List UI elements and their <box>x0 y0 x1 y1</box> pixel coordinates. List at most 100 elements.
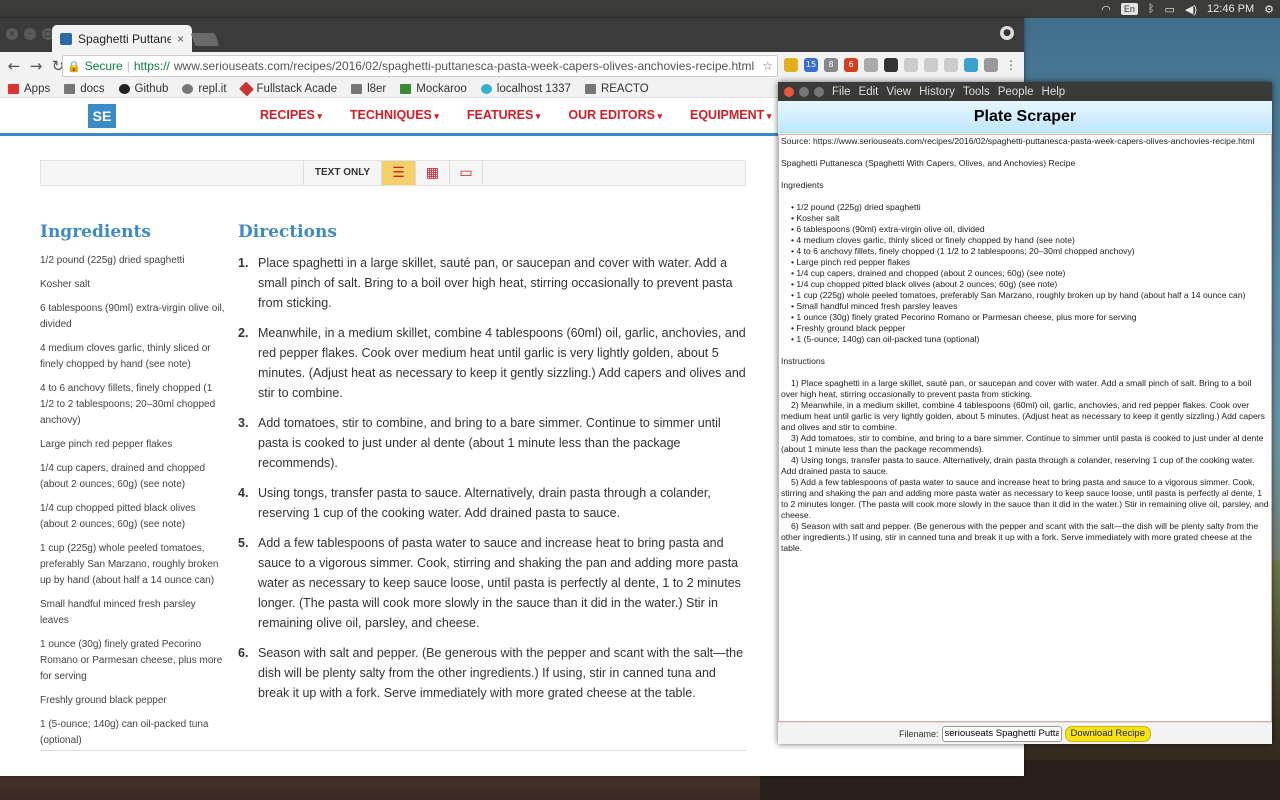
bookmark-star-icon[interactable]: ☆ <box>762 59 777 73</box>
nav-features[interactable]: FEATURES <box>467 108 540 122</box>
scraped-ingredient: • Large pinch red pepper flakes <box>791 257 911 267</box>
bookmark-label: Apps <box>24 82 51 95</box>
extension-icon[interactable] <box>964 58 978 72</box>
extension-icon[interactable] <box>924 58 938 72</box>
scraped-ingredient: • 1 ounce (30g) finely grated Pecorino R… <box>791 312 1137 322</box>
scraped-recipe-textarea[interactable]: Source: https://www.seriouseats.com/reci… <box>778 134 1272 722</box>
bookmark-github[interactable]: Github <box>118 83 168 95</box>
text-only-view-button[interactable]: ☰ <box>381 161 415 185</box>
folder-icon <box>351 83 363 94</box>
site-favicon-icon <box>60 32 72 45</box>
bookmark-label: Fullstack Acade <box>256 82 338 95</box>
step-number: 3. <box>238 416 249 430</box>
tab-close-icon[interactable]: × <box>177 32 184 46</box>
bookmark-mockaroo[interactable]: Mockaroo <box>400 83 467 95</box>
new-tab-button[interactable] <box>190 33 220 46</box>
extension-icon[interactable] <box>864 58 878 72</box>
extension-icon[interactable] <box>944 58 958 72</box>
github-extension-icon[interactable] <box>884 58 898 72</box>
ingredients-label: Ingredients <box>781 180 824 190</box>
scraped-instructions: 1) Place spaghetti in a large skillet, s… <box>781 378 1269 554</box>
url-scheme: https:// <box>133 59 170 73</box>
settings-gear-icon[interactable]: ⚙ <box>1264 3 1274 16</box>
step-text: Add tomatoes, stir to combine, and bring… <box>258 416 721 470</box>
back-arrow-icon[interactable]: ← <box>6 57 22 75</box>
nav-equipment[interactable]: EQUIPMENT <box>690 108 771 122</box>
nav-techniques[interactable]: TECHNIQUES <box>350 108 439 122</box>
extension-badge-icon[interactable]: 6 <box>844 58 858 72</box>
bookmark-l8er[interactable]: l8er <box>351 83 386 95</box>
scraper-window-controls <box>778 86 832 97</box>
single-image-view-button[interactable]: ▭ <box>449 161 483 185</box>
battery-icon[interactable]: ▭ <box>1165 3 1175 16</box>
bluetooth-icon[interactable]: ᛒ <box>1148 3 1155 15</box>
bookmark-fullstack[interactable]: Fullstack Acade <box>238 81 338 96</box>
profile-icon[interactable]: ● <box>1000 26 1014 40</box>
close-window-button[interactable] <box>784 86 794 97</box>
extension-icon[interactable] <box>784 58 798 72</box>
ingredient-item: Freshly ground black pepper <box>40 695 167 706</box>
keyboard-layout-indicator[interactable]: En <box>1120 3 1138 15</box>
nav-our-editors[interactable]: OUR EDITORS <box>568 108 662 122</box>
minimize-window-button[interactable] <box>799 86 809 97</box>
address-separator: | <box>126 59 130 73</box>
menu-edit[interactable]: Edit <box>859 86 879 98</box>
clock[interactable]: 12:46 PM <box>1207 3 1254 15</box>
bookmark-label: REACTO <box>600 82 649 95</box>
scraped-ingredients: • 1/2 pound (225g) dried spaghetti • Kos… <box>781 202 1269 345</box>
menu-history[interactable]: History <box>919 86 955 98</box>
close-window-button[interactable]: × <box>6 28 18 40</box>
wifi-icon[interactable]: ◠ <box>1101 3 1111 16</box>
extension-icon[interactable] <box>904 58 918 72</box>
menu-file[interactable]: File <box>832 86 851 98</box>
browser-toolbar: ← → ↻ 🔒 Secure | https://www.seriouseats… <box>0 52 1024 80</box>
scraped-ingredient: • 1 cup (225g) whole peeled tomatoes, pr… <box>791 290 1246 300</box>
filename-input[interactable] <box>941 725 1062 742</box>
bookmark-label: Mockaroo <box>416 82 467 95</box>
step-number: 6. <box>238 646 249 660</box>
scraped-step: 2) Meanwhile, in a medium skillet, combi… <box>781 400 1265 432</box>
source-line: Source: https://www.seriouseats.com/reci… <box>781 136 1255 146</box>
direction-step: 1. Place spaghetti in a large skillet, sa… <box>238 253 748 313</box>
maximize-window-button[interactable] <box>814 86 824 97</box>
extension-badge-icon[interactable]: 15 <box>804 58 818 72</box>
ingredients-list: 1/2 pound (225g) dried spaghetti Kosher … <box>40 253 226 757</box>
bookmark-apps[interactable]: Apps <box>8 83 50 95</box>
view-mode-label: TEXT ONLY <box>303 161 381 185</box>
browser-tab-active[interactable]: Spaghetti Puttanes × <box>52 25 192 52</box>
bookmark-replit[interactable]: repl.it <box>182 82 227 95</box>
tab-strip: × – □ Spaghetti Puttanes × ● <box>0 18 1024 52</box>
extension-icon[interactable] <box>984 58 998 72</box>
ingredient-item: 6 tablespoons (90ml) extra-virgin olive … <box>40 303 225 330</box>
bookmark-docs[interactable]: docs <box>64 83 105 95</box>
menu-help[interactable]: Help <box>1042 86 1066 98</box>
ingredients-heading: Ingredients <box>40 222 151 242</box>
scraped-step: 1) Place spaghetti in a large skillet, s… <box>781 378 1252 399</box>
bookmark-reacto[interactable]: REACTO <box>584 82 649 95</box>
menu-people[interactable]: People <box>998 86 1034 98</box>
menu-view[interactable]: View <box>886 86 911 98</box>
scraped-ingredient: • 1/2 pound (225g) dried spaghetti <box>791 202 921 212</box>
menu-tools[interactable]: Tools <box>963 86 990 98</box>
nav-recipes[interactable]: RECIPES <box>260 108 322 122</box>
chrome-menu-icon[interactable]: ⋮ <box>1004 58 1018 72</box>
rectangle-icon: ▭ <box>459 165 473 181</box>
fullstack-icon <box>238 81 254 96</box>
download-recipe-button[interactable]: Download Recipe <box>1064 725 1151 742</box>
grid-view-button[interactable]: ▦ <box>415 161 449 185</box>
serious-eats-logo[interactable]: SE <box>88 104 116 128</box>
mockaroo-icon <box>400 83 412 94</box>
direction-step: 6. Season with salt and pepper. (Be gener… <box>238 643 748 703</box>
forward-arrow-icon[interactable]: → <box>28 57 44 75</box>
volume-icon[interactable]: ◀) <box>1185 3 1197 16</box>
address-bar[interactable]: 🔒 Secure | https://www.seriouseats.com/r… <box>62 55 778 77</box>
scraped-ingredient: • 4 medium cloves garlic, thinly sliced … <box>791 235 1075 245</box>
bookmark-localhost[interactable]: localhost 1337 <box>480 82 571 95</box>
system-tray: ◠ En ᛒ ▭ ◀) 12:46 PM ⚙ <box>1101 0 1280 18</box>
bookmark-label: repl.it <box>198 82 227 95</box>
bookmark-label: localhost 1337 <box>496 82 571 95</box>
minimize-window-button[interactable]: – <box>24 28 36 40</box>
extension-badge-icon[interactable]: 8 <box>824 58 838 72</box>
scraped-ingredient: • 1/4 cup capers, drained and chopped (a… <box>791 268 1066 278</box>
extensions-area: 15 8 6 ⋮ <box>784 58 1018 72</box>
